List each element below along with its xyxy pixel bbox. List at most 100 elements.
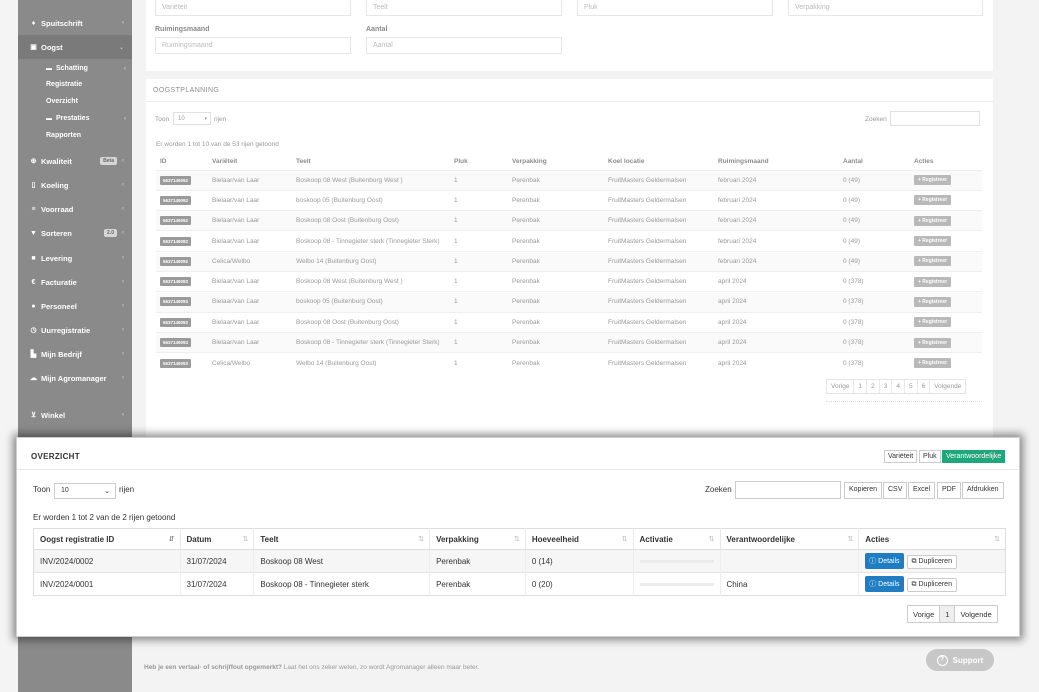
duplicate-button[interactable]: ⧉ Dupliceren — [906, 555, 957, 569]
pluk-field[interactable]: Pluk — [577, 0, 773, 16]
registration-form-panel: Variëteit Teelt Pluk Verpakking Ruimings… — [146, 0, 993, 71]
sidebar-item-koeling[interactable]: ▯ Koeling ‹ — [18, 173, 132, 197]
col-koel[interactable]: Koel locatie — [604, 153, 714, 171]
id-chip: 5637149092 — [160, 216, 192, 226]
sidebar-item-oogst[interactable]: ▣ Oogst ⌄ — [18, 35, 132, 59]
register-button[interactable]: + Registreer — [914, 296, 952, 307]
sidebar-item-uurregistratie[interactable]: ◷ Uurregistratie ‹ — [18, 318, 132, 342]
info-icon: ⓘ — [869, 581, 877, 588]
planning-search-input[interactable] — [890, 111, 980, 126]
cell-koel: FruitMasters Geldermalsen — [604, 331, 714, 353]
cell-ruimingsmaand: februari 2024 — [714, 169, 839, 191]
cell-activatie — [633, 572, 721, 596]
col-registration-id[interactable]: Oogst registratie ID ⇵ — [33, 528, 181, 550]
cell-acties: + Registreer — [910, 311, 982, 333]
register-button[interactable]: + Registreer — [914, 215, 952, 226]
register-button[interactable]: + Registreer — [914, 175, 952, 186]
sidebar-sub-prestaties[interactable]: ▬ Prestaties ‹ — [18, 110, 132, 127]
verpakking-field[interactable]: Verpakking — [788, 0, 983, 16]
col-variety[interactable]: Variëteit — [208, 153, 292, 171]
overview-title: OVERZICHT — [31, 452, 80, 461]
col-pluk[interactable]: Pluk — [450, 153, 508, 171]
duplicate-button[interactable]: ⧉ Dupliceren — [906, 578, 957, 592]
col-activatie[interactable]: Activatie ⇅ — [633, 528, 721, 550]
sidebar-item-sorteren[interactable]: ▼ Sorteren 2.0 ‹ — [18, 221, 132, 245]
col-verantwoordelijke[interactable]: Verantwoordelijke ⇅ — [720, 528, 860, 550]
cell-verpakking: Perenbak — [508, 210, 604, 231]
table-row: INV/2024/0001 31/07/2024 Boskoop 08 - Tinn… — [33, 572, 1006, 596]
overview-pager-next[interactable]: Volgende — [955, 606, 996, 622]
pager-prev[interactable]: Vorige — [827, 380, 855, 393]
sidebar-item-winkel[interactable]: ⊻ Winkel ‹ — [18, 403, 132, 427]
col-teelt[interactable]: Teelt — [292, 153, 450, 171]
aantal-input[interactable]: Aantal — [366, 37, 562, 54]
print-button[interactable]: Afdrukken — [962, 482, 1004, 499]
pdf-button[interactable]: PDF — [937, 482, 961, 499]
cell-acties: + Registreer — [910, 291, 982, 313]
register-button[interactable]: + Registreer — [914, 317, 952, 328]
details-button[interactable]: ⓘ Details — [865, 553, 904, 569]
sidebar-sub-schatting[interactable]: ▬ Schatting ‹ — [18, 60, 132, 77]
register-button[interactable]: + Registreer — [914, 195, 952, 206]
sort-icon: ⇅ — [847, 536, 854, 543]
pager-page-5[interactable]: 5 — [905, 380, 918, 393]
overview-search-input[interactable] — [735, 481, 841, 499]
register-button[interactable]: + Registreer — [914, 358, 952, 369]
cell-id: 5637149093 — [156, 311, 208, 333]
variety-field[interactable]: Variëteit — [155, 0, 351, 16]
col-verpakking[interactable]: Verpakking ⇅ — [429, 528, 526, 550]
toggle-pluk[interactable]: Pluk — [919, 450, 941, 463]
col-hoeveelheid[interactable]: Hoeveelheid ⇅ — [525, 528, 634, 550]
col-id[interactable]: ID — [156, 153, 208, 171]
overview-page-size-select[interactable]: 10 ⌄ — [54, 483, 116, 499]
register-button[interactable]: + Registreer — [914, 236, 952, 247]
ruimingsmaand-input[interactable]: Ruimingsmaand — [155, 37, 351, 54]
sidebar-item-voorraad[interactable]: ≡ Voorraad ‹ — [18, 197, 132, 221]
sidebar-item-levering[interactable]: ■ Levering ‹ — [18, 246, 132, 270]
pager-page-3[interactable]: 3 — [880, 380, 893, 393]
clock-icon: ◷ — [30, 327, 37, 334]
overview-pager-prev[interactable]: Vorige — [908, 606, 941, 622]
col-aantal[interactable]: Aantal — [839, 153, 910, 171]
cell-variety: Bielaar/van Laar — [208, 189, 292, 211]
toggle-verantwoordelijke[interactable]: Verantwoordelijke — [942, 450, 1006, 463]
register-button[interactable]: + Registreer — [914, 337, 952, 348]
csv-button[interactable]: CSV — [883, 482, 908, 499]
cell-teelt: Welbo 14 (Buitenburg Oost) — [292, 352, 450, 373]
id-chip: 5637149092 — [160, 175, 192, 185]
excel-button[interactable]: Excel — [908, 482, 936, 499]
details-button[interactable]: ⓘ Details — [865, 576, 904, 592]
cell-ruimingsmaand: april 2024 — [714, 311, 839, 333]
sidebar-sub-rapporten[interactable]: Rapporten — [18, 127, 132, 144]
cell-verantwoordelijke — [720, 549, 860, 573]
sidebar-item-personeel[interactable]: ● Personeel ‹ — [18, 294, 132, 318]
toggle-variety[interactable]: Variëteit — [884, 450, 918, 463]
pager-page-1[interactable]: 1 — [854, 380, 868, 393]
copy-button[interactable]: Kopieren — [844, 482, 883, 499]
sidebar-item-mijn-bedrijf[interactable]: ▙ Mijn Bedrijf ‹ — [18, 342, 132, 366]
pager-page-2[interactable]: 2 — [867, 380, 880, 393]
table-row: 5637149092 Bielaar/van Laar Boskoop 08 Wes… — [156, 169, 982, 191]
col-ruimingsmaand[interactable]: Ruimingsmaand — [714, 153, 839, 171]
register-button[interactable]: + Registreer — [914, 256, 952, 267]
sidebar-item-spuitschrift[interactable]: ♦ Spuitschrift ‹ — [18, 11, 132, 35]
pager-next[interactable]: Volgende — [930, 380, 965, 393]
cell-variety: Bielaar/van Laar — [208, 210, 292, 231]
sidebar-item-kwaliteit[interactable]: ⊕ Kwaliteit Beta ‹ — [18, 149, 132, 173]
register-button[interactable]: + Registreer — [914, 276, 952, 287]
sidebar-sub-registratie[interactable]: Registratie — [18, 76, 132, 93]
sidebar-sub-overzicht[interactable]: Overzicht — [18, 93, 132, 110]
cell-datum: 31/07/2024 — [180, 549, 255, 573]
col-datum[interactable]: Datum ⇅ — [180, 528, 255, 550]
overview-pager-page-1[interactable]: 1 — [940, 606, 956, 622]
teelt-field[interactable]: Teelt — [366, 0, 562, 16]
pager-page-4[interactable]: 4 — [892, 380, 905, 393]
col-verpakking[interactable]: Verpakking — [508, 153, 604, 171]
pager-page-6[interactable]: 6 — [918, 380, 931, 393]
sidebar-item-mijn-agromanager[interactable]: ☁ Mijn Agromanager ‹ — [18, 366, 132, 390]
id-chip: 5637149093 — [160, 277, 192, 287]
planning-page-size-select[interactable]: 10 ▾ — [173, 112, 211, 125]
support-button[interactable]: ? Support — [926, 649, 994, 671]
sidebar-item-facturatie[interactable]: € Facturatie ‹ — [18, 270, 132, 294]
col-teelt[interactable]: Teelt ⇅ — [253, 528, 431, 550]
